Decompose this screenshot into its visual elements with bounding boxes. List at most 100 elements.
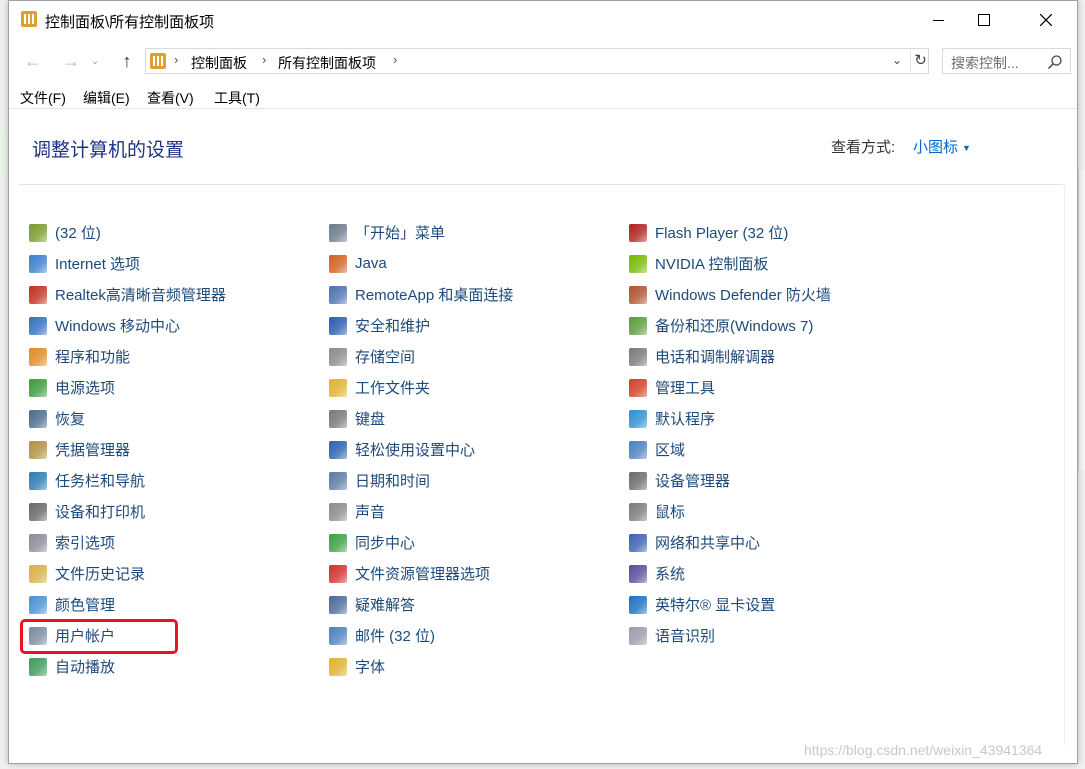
- back-button[interactable]: ←: [21, 49, 45, 73]
- menu-view[interactable]: 查看(V): [147, 88, 194, 108]
- control-panel-item[interactable]: NVIDIA 控制面板: [629, 248, 929, 279]
- menu-tools[interactable]: 工具(T): [214, 88, 260, 108]
- control-panel-item[interactable]: 键盘: [329, 403, 629, 434]
- item-label: 区域: [655, 442, 686, 459]
- item-label: 凭据管理器: [55, 442, 131, 459]
- keyboard-icon: [329, 409, 347, 428]
- control-panel-item[interactable]: 恢复: [29, 403, 329, 434]
- control-panel-item[interactable]: 设备和打印机: [29, 496, 329, 527]
- control-panel-item[interactable]: Windows 移动中心: [29, 310, 329, 341]
- search-icon[interactable]: [1047, 54, 1063, 70]
- remoteapp-icon: [329, 285, 347, 304]
- admin-tools-icon: [629, 378, 647, 397]
- control-panel-item[interactable]: 凭据管理器: [29, 434, 329, 465]
- explorer-options-icon: [329, 564, 347, 583]
- item-label: 文件资源管理器选项: [355, 566, 491, 583]
- item-label: 邮件 (32 位): [355, 628, 436, 645]
- control-panel-item[interactable]: 管理工具: [629, 372, 929, 403]
- item-label: Internet 选项: [55, 256, 141, 273]
- control-panel-item[interactable]: Java: [329, 248, 629, 279]
- item-label: 鼠标: [655, 504, 686, 521]
- flash-player-icon: [629, 223, 647, 242]
- control-panel-item[interactable]: 存储空间: [329, 341, 629, 372]
- breadcrumb-separator[interactable]: ›: [174, 52, 178, 67]
- control-panel-item[interactable]: RemoteApp 和桌面连接: [329, 279, 629, 310]
- control-panel-item[interactable]: 索引选项: [29, 527, 329, 558]
- item-label: 安全和维护: [355, 318, 431, 335]
- control-panel-item[interactable]: 任务栏和导航: [29, 465, 329, 496]
- control-panel-item[interactable]: 网络和共享中心: [629, 527, 929, 558]
- breadcrumb-control-panel[interactable]: 控制面板: [191, 53, 247, 73]
- control-panel-item[interactable]: 默认程序: [629, 403, 929, 434]
- menu-edit[interactable]: 编辑(E): [83, 88, 130, 108]
- control-panel-item[interactable]: 英特尔® 显卡设置: [629, 589, 929, 620]
- control-panel-item[interactable]: 程序和功能: [29, 341, 329, 372]
- control-panel-item[interactable]: 安全和维护: [329, 310, 629, 341]
- control-panel-item[interactable]: 鼠标: [629, 496, 929, 527]
- item-label: 电源选项: [55, 380, 116, 397]
- mail-icon: [329, 626, 347, 645]
- breadcrumb-all-items[interactable]: 所有控制面板项: [278, 53, 376, 73]
- up-button[interactable]: ↑: [115, 49, 139, 73]
- breadcrumb-separator[interactable]: ›: [393, 52, 397, 67]
- control-panel-item[interactable]: 电源选项: [29, 372, 329, 403]
- control-panel-item[interactable]: 语音识别: [629, 620, 929, 651]
- item-label: 电话和调制解调器: [655, 349, 776, 366]
- control-panel-item[interactable]: 文件历史记录: [29, 558, 329, 589]
- menu-file[interactable]: 文件(F): [20, 88, 66, 108]
- control-panel-item[interactable]: (32 位): [29, 217, 329, 248]
- control-panel-item[interactable]: 字体: [329, 651, 629, 682]
- item-label: 字体: [355, 659, 386, 676]
- breadcrumb-separator[interactable]: ›: [262, 52, 266, 67]
- control-panel-item[interactable]: 备份和还原(Windows 7): [629, 310, 929, 341]
- sound-icon: [329, 502, 347, 521]
- forward-button[interactable]: →: [59, 49, 83, 73]
- network-icon: [629, 533, 647, 552]
- intel-graphics-icon: [629, 595, 647, 614]
- control-panel-item[interactable]: 日期和时间: [329, 465, 629, 496]
- item-label: RemoteApp 和桌面连接: [355, 287, 514, 304]
- firewall-icon: [629, 285, 647, 304]
- address-bar[interactable]: › 控制面板 › 所有控制面板项 › ⌄ ↻: [145, 48, 929, 74]
- control-panel-item[interactable]: 疑难解答: [329, 589, 629, 620]
- control-panel-item[interactable]: 邮件 (32 位): [329, 620, 629, 651]
- view-by-dropdown[interactable]: 小图标 ▼: [913, 136, 971, 157]
- title-bar[interactable]: 控制面板\所有控制面板项: [9, 1, 1077, 39]
- control-panel-item[interactable]: 声音: [329, 496, 629, 527]
- control-panel-item[interactable]: 系统: [629, 558, 929, 589]
- autoplay-icon: [29, 657, 47, 676]
- minimize-button[interactable]: [915, 1, 961, 39]
- control-panel-item[interactable]: Realtek高清晰音频管理器: [29, 279, 329, 310]
- work-folders-icon: [329, 378, 347, 397]
- item-label: 系统: [655, 566, 686, 583]
- item-label: 程序和功能: [55, 349, 131, 366]
- control-panel-item[interactable]: 同步中心: [329, 527, 629, 558]
- control-panel-item[interactable]: Internet 选项: [29, 248, 329, 279]
- control-panel-item[interactable]: 设备管理器: [629, 465, 929, 496]
- control-panel-icon: [150, 53, 166, 69]
- control-panel-item[interactable]: Windows Defender 防火墙: [629, 279, 929, 310]
- recovery-icon: [29, 409, 47, 428]
- control-panel-item[interactable]: 颜色管理: [29, 589, 329, 620]
- address-dropdown-icon[interactable]: ⌄: [892, 53, 902, 67]
- refresh-button[interactable]: ↻: [910, 50, 930, 72]
- control-panel-item[interactable]: 「开始」菜单: [329, 217, 629, 248]
- control-panel-item[interactable]: 电话和调制解调器: [629, 341, 929, 372]
- control-panel-item[interactable]: 轻松使用设置中心: [329, 434, 629, 465]
- control-panel-item[interactable]: 区域: [629, 434, 929, 465]
- maximize-button[interactable]: [961, 1, 1007, 39]
- printer-icon: [29, 502, 47, 521]
- control-panel-item[interactable]: 文件资源管理器选项: [329, 558, 629, 589]
- item-label: 备份和还原(Windows 7): [655, 318, 814, 335]
- control-panel-item[interactable]: Flash Player (32 位): [629, 217, 929, 248]
- close-button[interactable]: [1023, 1, 1069, 39]
- item-label: Realtek高清晰音频管理器: [55, 287, 226, 304]
- search-box[interactable]: 搜索控制...: [942, 48, 1071, 74]
- content-edge: [1064, 185, 1065, 745]
- control-panel-item[interactable]: 自动播放: [29, 651, 329, 682]
- recent-locations-button[interactable]: ⌄: [89, 49, 101, 73]
- items-column-2: 「开始」菜单 Java RemoteApp 和桌面连接 安全和维护存储空间 工作文件夹键…: [329, 217, 629, 682]
- indexing-icon: [29, 533, 47, 552]
- control-panel-item[interactable]: 工作文件夹: [329, 372, 629, 403]
- item-label: 设备和打印机: [55, 504, 146, 521]
